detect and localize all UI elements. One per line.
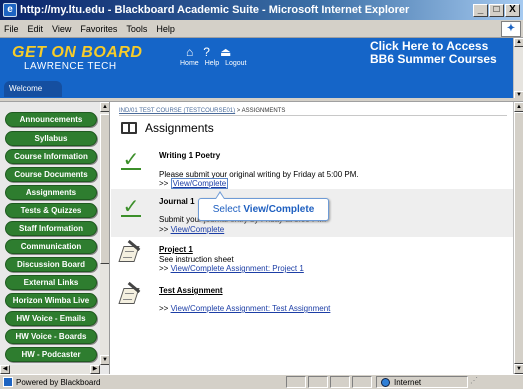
book-icon: [121, 122, 137, 134]
tab-welcome[interactable]: Welcome: [4, 81, 62, 97]
security-zone: Internet: [376, 376, 468, 388]
scroll-down-arrow-icon[interactable]: ▼: [514, 364, 523, 374]
status-cell: [286, 376, 306, 388]
nav-staff-information[interactable]: Staff Information: [5, 221, 97, 236]
status-cell: [330, 376, 350, 388]
menu-edit[interactable]: Edit: [28, 24, 44, 34]
scroll-down-arrow-icon[interactable]: ▼: [100, 355, 109, 365]
zone-label: Internet: [394, 377, 422, 387]
maximize-button[interactable]: □: [489, 3, 504, 17]
menu-favorites[interactable]: Favorites: [80, 24, 117, 34]
course-menu-vertical-scrollbar[interactable]: ▲ ▼: [100, 102, 109, 365]
nav-discussion-board[interactable]: Discussion Board: [5, 257, 97, 272]
course-menu-frame: Announcements Syllabus Course Informatio…: [0, 102, 110, 374]
link-prefix: >>: [159, 179, 171, 188]
nav-syllabus[interactable]: Syllabus: [5, 131, 97, 146]
scroll-up-arrow-icon[interactable]: ▲: [100, 102, 109, 112]
help-icon[interactable]: ?: [203, 45, 210, 59]
logout-icon[interactable]: ⏏: [220, 45, 231, 59]
windows-logo-icon: ✦: [501, 21, 521, 37]
scrollbar-thumb[interactable]: [100, 114, 109, 264]
checkmark-icon: ✓: [121, 196, 141, 218]
promo-line-2: BB6 Summer Courses: [370, 52, 497, 66]
nav-hw-voice-emails[interactable]: HW Voice - Emails: [5, 311, 97, 326]
course-menu-horizontal-scrollbar[interactable]: ◀ ▶: [0, 365, 100, 374]
status-cell: [352, 376, 372, 388]
close-button[interactable]: X: [505, 3, 520, 17]
help-link[interactable]: Help: [205, 60, 219, 67]
item-title-link[interactable]: Project 1: [159, 245, 193, 254]
breadcrumb-divider: [119, 115, 507, 116]
callout-pointer-fill: [216, 193, 224, 199]
breadcrumb-course-link[interactable]: IND/01 TEST COURSE (TESTCOURSE01): [119, 108, 235, 114]
link-prefix: >>: [159, 264, 171, 273]
status-bar: Powered by Blackboard Internet ⋰: [0, 374, 523, 389]
menu-file[interactable]: File: [4, 24, 19, 34]
list-item: ✓ Writing 1 Poetry Please submit your or…: [111, 144, 513, 189]
nav-announcements[interactable]: Announcements: [5, 112, 97, 127]
header-banner: GET ON BOARD LAWRENCE TECH ⌂ ? ⏏ Home He…: [0, 38, 513, 98]
content-vertical-scrollbar[interactable]: ▲ ▼: [513, 102, 523, 374]
home-icon[interactable]: ⌂: [186, 45, 193, 59]
link-prefix: >>: [159, 225, 171, 234]
menu-tools[interactable]: Tools: [126, 24, 147, 34]
assignment-doc-icon: [118, 239, 143, 264]
bb6-promo-link[interactable]: Click Here to Access BB6 Summer Courses: [370, 40, 497, 66]
resize-grip-icon[interactable]: ⋰: [468, 376, 478, 388]
status-text: Powered by Blackboard: [16, 377, 101, 387]
item-title: Journal 1: [159, 197, 195, 206]
internet-explorer-icon: e: [3, 3, 17, 17]
view-complete-assignment-link[interactable]: View/Complete Assignment: Test Assignmen…: [171, 304, 331, 313]
list-item: Project 1 See instruction sheet >> View/…: [111, 238, 513, 278]
scroll-up-arrow-icon[interactable]: ▲: [514, 38, 523, 47]
nav-assignments[interactable]: Assignments: [5, 185, 97, 200]
view-complete-link[interactable]: View/Complete: [170, 178, 229, 189]
window-title-bar: e http://my.ltu.edu - Blackboard Academi…: [0, 0, 523, 20]
scroll-up-arrow-icon[interactable]: ▲: [514, 102, 523, 112]
nav-horizon-wimba-live[interactable]: Horizon Wimba Live: [5, 293, 97, 308]
breadcrumb-current: ASSIGNMENTS: [241, 108, 286, 114]
logo-subtitle: LAWRENCE TECH: [24, 61, 117, 72]
nav-communication[interactable]: Communication: [5, 239, 97, 254]
page-icon: [3, 377, 13, 387]
view-complete-link[interactable]: View/Complete: [171, 225, 225, 234]
nav-hw-voice-boards[interactable]: HW Voice - Boards: [5, 329, 97, 344]
checkmark-icon: ✓: [121, 149, 141, 171]
minimize-button[interactable]: _: [473, 3, 488, 17]
scroll-right-arrow-icon[interactable]: ▶: [90, 365, 100, 374]
link-prefix: >>: [159, 304, 171, 313]
assignment-doc-icon: [118, 281, 143, 306]
nav-course-documents[interactable]: Course Documents: [5, 167, 97, 182]
item-title-link[interactable]: Test Assignment: [159, 286, 223, 295]
item-description: See instruction sheet: [159, 255, 234, 264]
instruction-callout: Select View/Complete: [198, 198, 329, 221]
page-title: Assignments: [145, 121, 214, 135]
breadcrumb: IND/01 TEST COURSE (TESTCOURSE01) > ASSI…: [119, 108, 285, 114]
nav-course-information[interactable]: Course Information: [5, 149, 97, 164]
scrollbar-thumb[interactable]: [514, 112, 523, 364]
header-frame-scrollbar[interactable]: ▲ ▼: [513, 38, 523, 100]
list-item: Test Assignment >> View/Complete Assignm…: [111, 280, 513, 320]
item-title: Writing 1 Poetry: [159, 151, 221, 160]
status-cell: [308, 376, 328, 388]
nav-hw-podcaster[interactable]: HW - Podcaster: [5, 347, 97, 362]
home-link[interactable]: Home: [180, 60, 199, 67]
logout-link[interactable]: Logout: [225, 60, 246, 67]
nav-external-links[interactable]: External Links: [5, 275, 97, 290]
callout-prefix: Select: [212, 204, 244, 215]
menu-view[interactable]: View: [52, 24, 71, 34]
content-frame: IND/01 TEST COURSE (TESTCOURSE01) > ASSI…: [111, 102, 513, 374]
menu-bar: File Edit View Favorites Tools Help ✦: [0, 20, 523, 38]
callout-emphasis: View/Complete: [243, 204, 315, 215]
logo-title[interactable]: GET ON BOARD: [12, 44, 142, 62]
window-title: http://my.ltu.edu - Blackboard Academic …: [20, 4, 410, 16]
globe-icon: [381, 377, 390, 387]
view-complete-assignment-link[interactable]: View/Complete Assignment: Project 1: [171, 264, 304, 273]
menu-help[interactable]: Help: [156, 24, 175, 34]
scroll-left-arrow-icon[interactable]: ◀: [0, 365, 10, 374]
nav-tests-quizzes[interactable]: Tests & Quizzes: [5, 203, 97, 218]
